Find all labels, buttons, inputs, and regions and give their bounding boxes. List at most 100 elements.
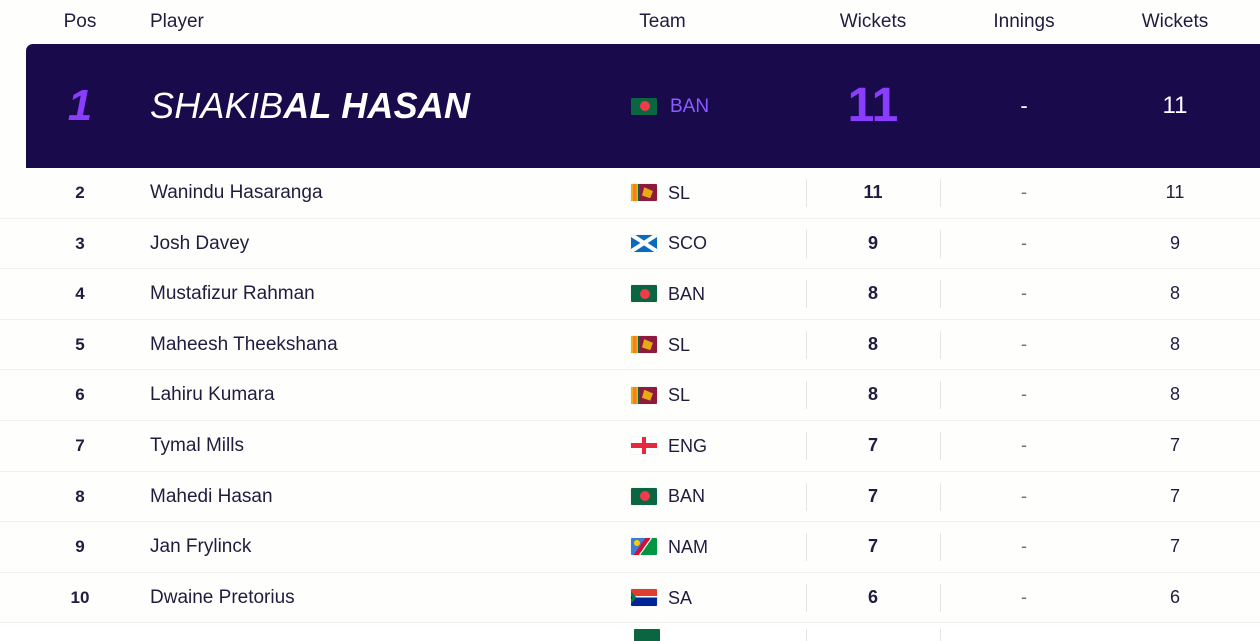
row-wickets-secondary: 11 bbox=[1162, 92, 1188, 119]
row-team-code: SL bbox=[668, 334, 691, 355]
table-row[interactable]: 10 Dwaine Pretorius SA 6 - 6 bbox=[0, 572, 1260, 624]
flag-partial-icon bbox=[634, 629, 660, 641]
row-position: 7 bbox=[75, 435, 85, 455]
column-divider bbox=[806, 381, 807, 410]
table-row[interactable]: 8 Mahedi Hasan BAN 7 - 7 bbox=[0, 471, 1260, 523]
row-team: BAN bbox=[600, 269, 725, 319]
row-wickets-secondary: 7 bbox=[1169, 434, 1180, 455]
flag-srilanka-icon bbox=[631, 336, 657, 354]
row-team-code: NAM bbox=[668, 536, 708, 557]
row-wickets: 8 bbox=[867, 283, 878, 304]
row-innings: - bbox=[1021, 283, 1027, 304]
column-divider bbox=[940, 533, 941, 562]
column-divider bbox=[806, 179, 807, 207]
row-wickets: 11 bbox=[863, 182, 883, 202]
column-divider bbox=[940, 229, 941, 258]
row-wickets-secondary: 11 bbox=[1165, 182, 1185, 202]
row-wickets-secondary: 7 bbox=[1169, 536, 1180, 557]
row-team: BAN bbox=[600, 44, 725, 168]
row-player-name[interactable]: Mahedi Hasan bbox=[150, 472, 570, 522]
row-position: 2 bbox=[75, 183, 85, 202]
row-wickets-secondary: 9 bbox=[1169, 232, 1180, 253]
column-header-player[interactable]: Player bbox=[150, 0, 570, 44]
row-innings: - bbox=[1021, 182, 1027, 202]
row-team-code: ENG bbox=[668, 435, 708, 456]
column-header-wickets[interactable]: Wickets bbox=[810, 0, 936, 44]
row-wickets-secondary: 8 bbox=[1169, 384, 1180, 405]
table-row[interactable]: 7 Tymal Mills ENG 7 - 7 bbox=[0, 420, 1260, 472]
row-wickets: 9 bbox=[867, 232, 878, 253]
flag-bangladesh-icon bbox=[631, 285, 657, 303]
column-header-team[interactable]: Team bbox=[600, 0, 725, 44]
row-player-name: SHAKIBAL HASAN bbox=[150, 44, 570, 168]
table-header-row: Pos Player Team Wickets Innings Wickets bbox=[0, 0, 1260, 44]
row-position: 4 bbox=[75, 284, 85, 304]
row-team-code: SL bbox=[668, 182, 691, 203]
row-position: 8 bbox=[75, 486, 85, 506]
row-wickets: 7 bbox=[867, 536, 878, 557]
column-divider bbox=[806, 330, 807, 359]
column-header-innings[interactable]: Innings bbox=[946, 0, 1102, 44]
column-divider bbox=[940, 629, 941, 641]
row-wickets: 8 bbox=[867, 333, 878, 354]
table-row[interactable]: 5 Maheesh Theekshana SL 8 - 8 bbox=[0, 319, 1260, 371]
row-player-name[interactable]: Tymal Mills bbox=[150, 421, 570, 471]
column-divider bbox=[940, 381, 941, 410]
flag-scotland-icon bbox=[631, 234, 657, 252]
row-position: 10 bbox=[70, 587, 90, 607]
row-team: SCO bbox=[600, 219, 725, 269]
row-position: 3 bbox=[75, 233, 85, 253]
player-stats-table: Pos Player Team Wickets Innings Wickets … bbox=[0, 0, 1260, 641]
player-first-name: SHAKIB bbox=[150, 85, 284, 126]
row-wickets: 7 bbox=[867, 485, 878, 506]
column-divider bbox=[806, 280, 807, 309]
table-row[interactable]: 4 Mustafizur Rahman BAN 8 - 8 bbox=[0, 269, 1260, 320]
row-innings: - bbox=[1020, 93, 1028, 118]
table-row[interactable]: 6 Lahiru Kumara SL 8 - 8 bbox=[0, 370, 1260, 421]
flag-srilanka-icon bbox=[631, 386, 657, 404]
row-player-name[interactable]: Josh Davey bbox=[150, 219, 570, 269]
row-player-name[interactable]: Maheesh Theekshana bbox=[150, 320, 570, 370]
row-team: NAM bbox=[600, 522, 725, 572]
row-position: 9 bbox=[75, 537, 85, 557]
column-divider bbox=[940, 431, 941, 460]
player-last-name: AL HASAN bbox=[283, 85, 471, 126]
column-divider bbox=[806, 431, 807, 460]
table-row-highlighted[interactable]: 1 SHAKIBAL HASAN BAN 11 - 11 bbox=[0, 44, 1260, 168]
column-divider bbox=[806, 629, 807, 641]
flag-bangladesh-icon bbox=[631, 97, 657, 115]
row-player-name[interactable]: Wanindu Hasaranga bbox=[150, 168, 570, 218]
row-wickets: 11 bbox=[847, 79, 899, 132]
table-row[interactable]: 2 Wanindu Hasaranga SL 11 - 11 bbox=[0, 168, 1260, 219]
flag-bangladesh-icon bbox=[631, 487, 657, 505]
column-divider bbox=[940, 280, 941, 309]
column-header-wickets-2[interactable]: Wickets bbox=[1105, 0, 1245, 44]
column-divider bbox=[940, 482, 941, 511]
table-row[interactable]: 3 Josh Davey SCO 9 - 9 bbox=[0, 218, 1260, 270]
table-row-partial[interactable] bbox=[0, 623, 1260, 641]
row-wickets: 6 bbox=[867, 586, 878, 607]
row-innings: - bbox=[1021, 333, 1027, 354]
row-wickets-secondary: 7 bbox=[1169, 485, 1180, 506]
row-innings: - bbox=[1021, 384, 1027, 405]
row-team: ENG bbox=[600, 421, 725, 471]
column-divider bbox=[940, 330, 941, 359]
flag-namibia-icon bbox=[631, 538, 657, 556]
row-innings: - bbox=[1021, 434, 1027, 455]
flag-srilanka-icon bbox=[631, 184, 657, 202]
row-team-code: BAN bbox=[668, 283, 706, 304]
row-team: BAN bbox=[600, 472, 725, 522]
row-wickets: 7 bbox=[867, 434, 878, 455]
row-player-name[interactable]: Lahiru Kumara bbox=[150, 370, 570, 420]
row-innings: - bbox=[1021, 485, 1027, 506]
row-player-name[interactable]: Mustafizur Rahman bbox=[150, 269, 570, 319]
row-team-code: BAN bbox=[670, 95, 710, 117]
column-header-pos[interactable]: Pos bbox=[50, 0, 110, 44]
row-player-name[interactable]: Dwaine Pretorius bbox=[150, 573, 570, 623]
row-player-name[interactable]: Jan Frylinck bbox=[150, 522, 570, 572]
row-position: 6 bbox=[75, 385, 85, 405]
row-team: SL bbox=[600, 320, 725, 370]
column-divider bbox=[806, 533, 807, 562]
table-row[interactable]: 9 Jan Frylinck NAM 7 - 7 bbox=[0, 522, 1260, 573]
column-divider bbox=[806, 482, 807, 511]
